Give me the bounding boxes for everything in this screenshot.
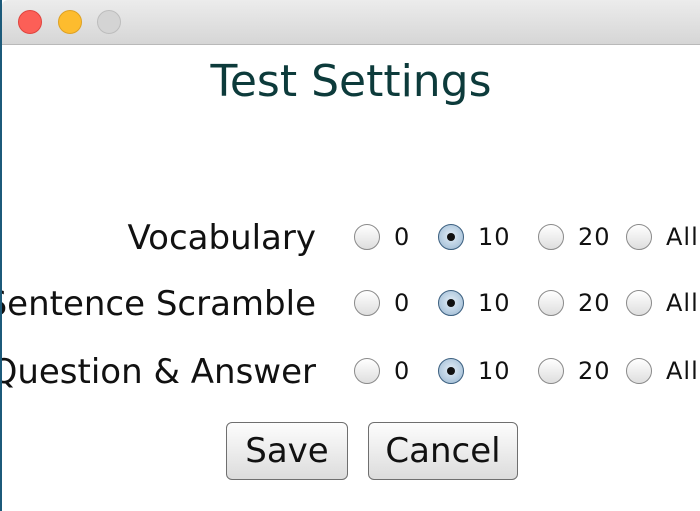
question-answer-option-label: 10 [478, 357, 511, 385]
vocabulary-option-label: 10 [478, 223, 511, 251]
settings-window: Test Settings Vocabulary 0 10 20 All Sen… [2, 0, 700, 511]
radio-selected-dot [447, 299, 455, 307]
vocabulary-radio-0[interactable] [354, 224, 380, 250]
sentence-scramble-option-label: 20 [578, 289, 611, 317]
question-answer-setting-row: Question & Answer 0 10 20 All [2, 342, 700, 402]
question-answer-option-label: 20 [578, 357, 611, 385]
question-answer-radio-20[interactable] [538, 358, 564, 384]
sentence-scramble-option-label: 10 [478, 289, 511, 317]
vocabulary-label: Vocabulary [127, 218, 316, 258]
sentence-scramble-setting-row: Sentence Scramble 0 10 20 All [2, 274, 700, 334]
cancel-button[interactable]: Cancel [368, 422, 518, 480]
page-title: Test Settings [210, 56, 492, 107]
question-answer-radio-10[interactable] [438, 358, 464, 384]
vocabulary-option-label: All [666, 223, 699, 251]
save-button[interactable]: Save [226, 422, 348, 480]
sentence-scramble-radio-20[interactable] [538, 290, 564, 316]
minimize-window-button[interactable] [58, 10, 82, 34]
zoom-window-button[interactable] [97, 10, 121, 34]
sentence-scramble-option-label: All [666, 289, 699, 317]
radio-selected-dot [447, 233, 455, 241]
sentence-scramble-radio-10[interactable] [438, 290, 464, 316]
question-answer-radio-all[interactable] [626, 358, 652, 384]
question-answer-option-label: All [666, 357, 699, 385]
question-answer-label: Question & Answer [2, 352, 316, 392]
title-bar [2, 0, 700, 45]
question-answer-radio-0[interactable] [354, 358, 380, 384]
vocabulary-radio-all[interactable] [626, 224, 652, 250]
sentence-scramble-radio-0[interactable] [354, 290, 380, 316]
vocabulary-option-label: 20 [578, 223, 611, 251]
close-window-button[interactable] [18, 10, 42, 34]
sentence-scramble-radio-all[interactable] [626, 290, 652, 316]
vocabulary-radio-10[interactable] [438, 224, 464, 250]
radio-selected-dot [447, 367, 455, 375]
vocabulary-radio-20[interactable] [538, 224, 564, 250]
vocabulary-option-label: 0 [394, 223, 411, 251]
question-answer-option-label: 0 [394, 357, 411, 385]
sentence-scramble-label: Sentence Scramble [2, 284, 316, 324]
vocabulary-setting-row: Vocabulary 0 10 20 All [2, 208, 700, 268]
sentence-scramble-option-label: 0 [394, 289, 411, 317]
